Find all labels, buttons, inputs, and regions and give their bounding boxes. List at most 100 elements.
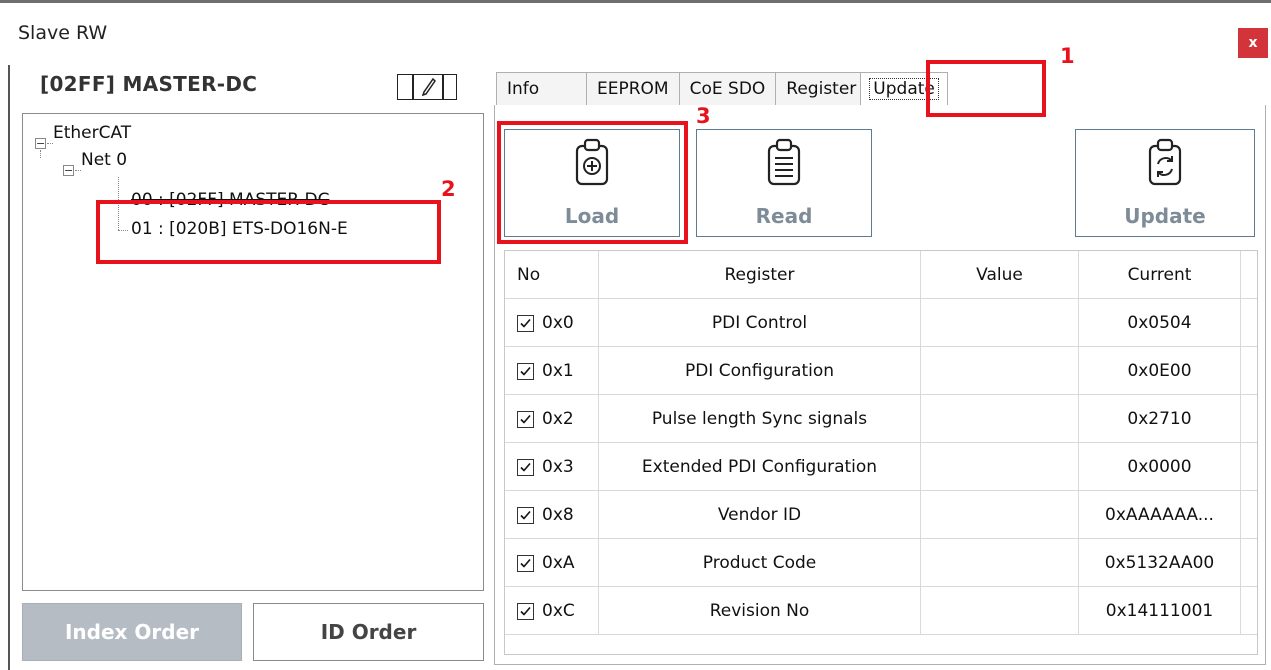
cell-no-text: 0x3 [542,457,574,477]
table-row[interactable]: 0x0 PDI Control 0x0504 [505,299,1257,347]
clipboard-list-icon [767,138,801,186]
cell-filler [1241,347,1257,395]
cell-no-text: 0x0 [542,313,574,333]
header-register[interactable]: Register [599,251,921,299]
tree-collapse-icon[interactable]: − [35,138,46,149]
annotation-1: 1 [1060,44,1075,68]
cell-current: 0x0504 [1079,299,1241,347]
cell-no: 0x1 [505,347,599,395]
cell-register: Extended PDI Configuration [599,443,921,491]
edit-name-button[interactable] [397,74,457,100]
tab-register[interactable]: Register [775,72,861,106]
row-checkbox[interactable] [517,458,534,476]
cell-current: 0x0000 [1079,443,1241,491]
device-title: [02FF] MASTER-DC [40,72,258,96]
window-top-border [0,0,1271,3]
table-row[interactable]: 0x8 Vendor ID 0xAAAAAA... [505,491,1257,539]
tab-coe-sdo-label: CoE SDO [689,79,766,99]
row-checkbox[interactable] [517,362,534,380]
cell-no-text: 0x1 [542,361,574,381]
annotation-3: 3 [696,104,711,128]
row-checkbox[interactable] [517,410,534,428]
cell-register: Revision No [599,587,921,635]
cell-register: Vendor ID [599,491,921,539]
highlight-box-2 [96,200,441,264]
cell-value[interactable] [921,299,1079,347]
table-row[interactable]: 0x2 Pulse length Sync signals 0x2710 [505,395,1257,443]
read-button-label: Read [755,204,813,228]
cell-no-text: 0x2 [542,409,574,429]
cell-current: 0x2710 [1079,395,1241,443]
header-current[interactable]: Current [1079,251,1241,299]
tab-eeprom[interactable]: EEPROM [586,72,679,106]
cell-register: PDI Configuration [599,347,921,395]
tree-collapse-icon[interactable]: − [63,165,74,176]
cell-no-text: 0x8 [542,505,574,525]
cell-filler [1241,395,1257,443]
index-order-button[interactable]: Index Order [22,603,242,661]
edit-button-divider [442,75,444,99]
cell-value[interactable] [921,491,1079,539]
header-value[interactable]: Value [921,251,1079,299]
table-row[interactable]: 0xA Product Code 0x5132AA00 [505,539,1257,587]
cell-filler [1241,491,1257,539]
update-button[interactable]: Update [1075,129,1255,237]
row-checkbox[interactable] [517,314,534,332]
tab-coe-sdo[interactable]: CoE SDO [678,72,776,106]
device-tree[interactable]: − EtherCAT − Net 0 00 : [02FF] MASTER-DC… [22,113,484,591]
cell-no-text: 0xA [542,553,575,573]
tree-connector [40,150,41,158]
cell-value[interactable] [921,539,1079,587]
tree-node-ethercat[interactable]: EtherCAT [53,123,131,143]
read-button[interactable]: Read [696,129,872,237]
cell-value[interactable] [921,395,1079,443]
row-checkbox[interactable] [517,554,534,572]
table-row[interactable]: 0x3 Extended PDI Configuration 0x0000 [505,443,1257,491]
annotation-2: 2 [441,177,456,201]
table-row[interactable]: 0x1 PDI Configuration 0x0E00 [505,347,1257,395]
table-row[interactable]: 0xC Revision No 0x14111001 [505,587,1257,635]
cell-no-text: 0xC [542,601,575,621]
row-checkbox[interactable] [517,602,534,620]
cell-value[interactable] [921,587,1079,635]
cell-no: 0x3 [505,443,599,491]
window-title: Slave RW [18,22,108,44]
cell-filler [1241,587,1257,635]
cell-value[interactable] [921,347,1079,395]
tree-node-net0[interactable]: Net 0 [81,150,127,170]
clipboard-refresh-icon [1148,138,1182,186]
cell-register: PDI Control [599,299,921,347]
cell-filler [1241,299,1257,347]
update-button-label: Update [1124,204,1206,228]
register-table[interactable]: No Register Value Current 0x0 PDI Control… [504,250,1258,655]
cell-no: 0xA [505,539,599,587]
pencil-icon [422,78,436,96]
header-no[interactable]: No [505,251,599,299]
tab-bar: Info EEPROM CoE SDO Register Update [496,72,948,106]
cell-value[interactable] [921,443,1079,491]
tab-info[interactable]: Info [496,72,586,106]
cell-no: 0x0 [505,299,599,347]
highlight-box-1 [926,60,1046,117]
id-order-button[interactable]: ID Order [253,603,484,661]
cell-filler [1241,443,1257,491]
tab-info-label: Info [507,79,540,99]
cell-current: 0x0E00 [1079,347,1241,395]
edit-button-divider [412,75,414,99]
cell-current: 0x14111001 [1079,587,1241,635]
row-checkbox[interactable] [517,506,534,524]
close-button[interactable]: x [1238,28,1268,58]
cell-no: 0x8 [505,491,599,539]
table-header-row: No Register Value Current [505,251,1257,299]
cell-current: 0xAAAAAA... [1079,491,1241,539]
cell-filler [1241,539,1257,587]
cell-no: 0x2 [505,395,599,443]
cell-register: Pulse length Sync signals [599,395,921,443]
window-left-border [8,65,10,670]
cell-no: 0xC [505,587,599,635]
tree-connector [75,170,81,171]
cell-current: 0x5132AA00 [1079,539,1241,587]
highlight-box-3 [497,121,688,244]
cell-register: Product Code [599,539,921,587]
tree-connector [47,143,53,144]
